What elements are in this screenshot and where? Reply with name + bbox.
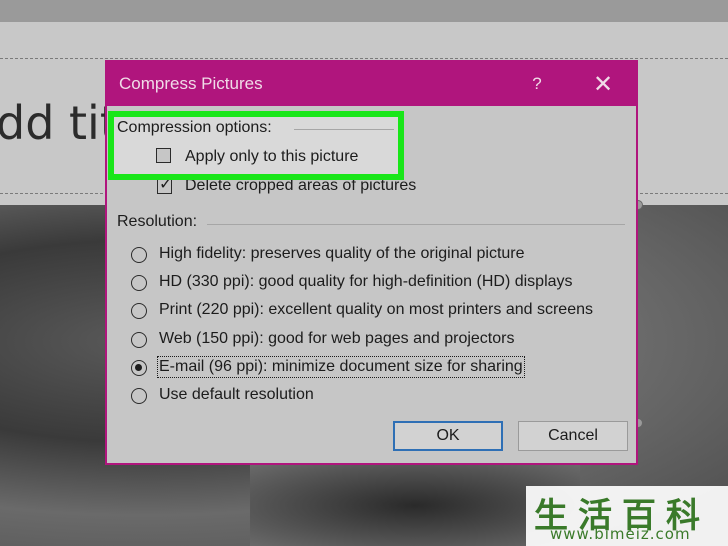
option-label-high-fidelity: High fidelity: preserves quality of the … [159, 245, 525, 262]
section-divider [294, 129, 394, 130]
delete-cropped-checkbox[interactable]: ✓ [157, 176, 172, 194]
radio-web[interactable] [131, 332, 147, 348]
help-button[interactable]: ? [525, 72, 549, 96]
radio-selected-dot [135, 364, 142, 371]
option-label-default-resolution: Use default resolution [159, 386, 314, 403]
radio-default-resolution[interactable] [131, 388, 147, 404]
radio-hd[interactable] [131, 275, 147, 291]
compression-options-label: Compression options: [117, 119, 272, 136]
radio-email[interactable] [131, 360, 147, 376]
window-top-bar [0, 0, 728, 22]
ok-button[interactable]: OK [393, 421, 503, 451]
radio-high-fidelity[interactable] [131, 247, 147, 263]
slide-title-text: dd tit [0, 96, 118, 150]
close-button[interactable]: ✕ [588, 70, 618, 98]
cancel-button[interactable]: Cancel [518, 421, 628, 451]
option-label-hd: HD (330 ppi): good quality for high-defi… [159, 273, 573, 290]
section-divider [207, 224, 625, 225]
dialog-title: Compress Pictures [119, 74, 263, 93]
option-label-web: Web (150 ppi): good for web pages and pr… [159, 330, 515, 347]
apply-only-checkbox[interactable] [156, 148, 171, 163]
apply-only-label: Apply only to this picture [185, 148, 359, 165]
option-label-email: E-mail (96 ppi): minimize document size … [157, 356, 525, 378]
watermark-url: www.bimeiz.com [550, 525, 691, 543]
option-label-print: Print (220 ppi): excellent quality on mo… [159, 301, 593, 318]
tutorial-highlight-box: Compression options: Apply only to this … [108, 111, 404, 180]
resolution-section-label: Resolution: [117, 213, 198, 230]
watermark-logo: 生活百科 www.bimeiz.com [526, 486, 728, 546]
radio-print[interactable] [131, 303, 147, 319]
dialog-titlebar[interactable]: Compress Pictures ? ✕ [107, 62, 636, 106]
